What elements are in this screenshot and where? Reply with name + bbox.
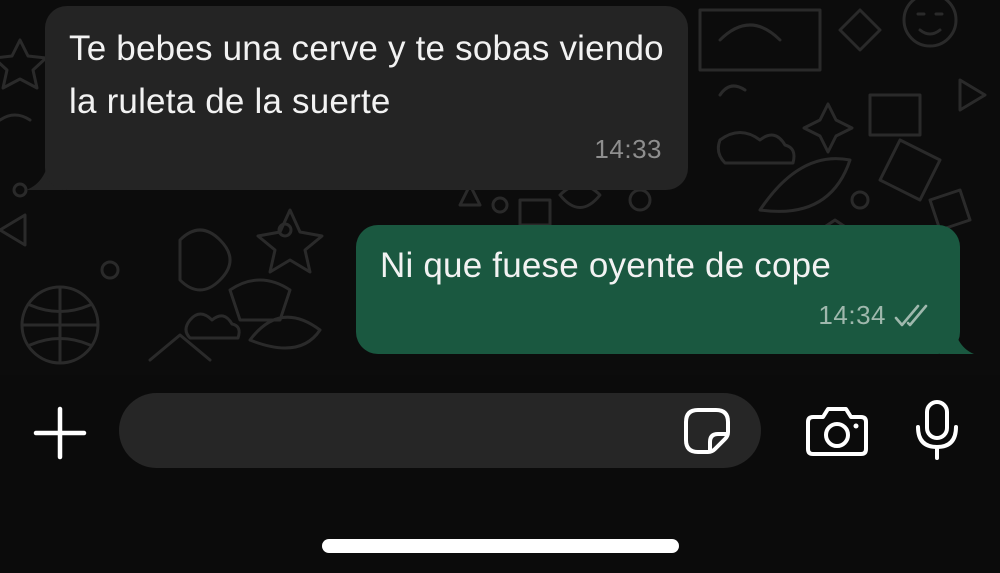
outgoing-message-meta: 14:34 (818, 289, 936, 342)
message-input[interactable] (119, 393, 761, 468)
outgoing-message-bubble[interactable]: Ni que fuese oyente de cope 14:34 (356, 225, 960, 354)
sticker-icon[interactable] (682, 406, 732, 456)
incoming-message-bubble[interactable]: Te bebes una cerve y te sobas viendo la … (45, 6, 688, 190)
plus-icon[interactable] (32, 405, 88, 461)
home-indicator[interactable] (322, 539, 679, 553)
camera-icon[interactable] (805, 405, 869, 457)
read-double-check-icon (894, 304, 928, 326)
whatsapp-chat-screen: Te bebes una cerve y te sobas viendo la … (0, 0, 1000, 573)
microphone-icon[interactable] (914, 399, 960, 461)
incoming-message-text: Te bebes una cerve y te sobas viendo la … (69, 29, 664, 121)
incoming-message-time: 14:33 (594, 134, 662, 164)
outgoing-message-time: 14:34 (818, 300, 886, 330)
message-composer-bar (0, 375, 1000, 573)
chat-area[interactable]: Te bebes una cerve y te sobas viendo la … (0, 0, 1000, 375)
outgoing-message-text: Ni que fuese oyente de cope (380, 246, 832, 285)
